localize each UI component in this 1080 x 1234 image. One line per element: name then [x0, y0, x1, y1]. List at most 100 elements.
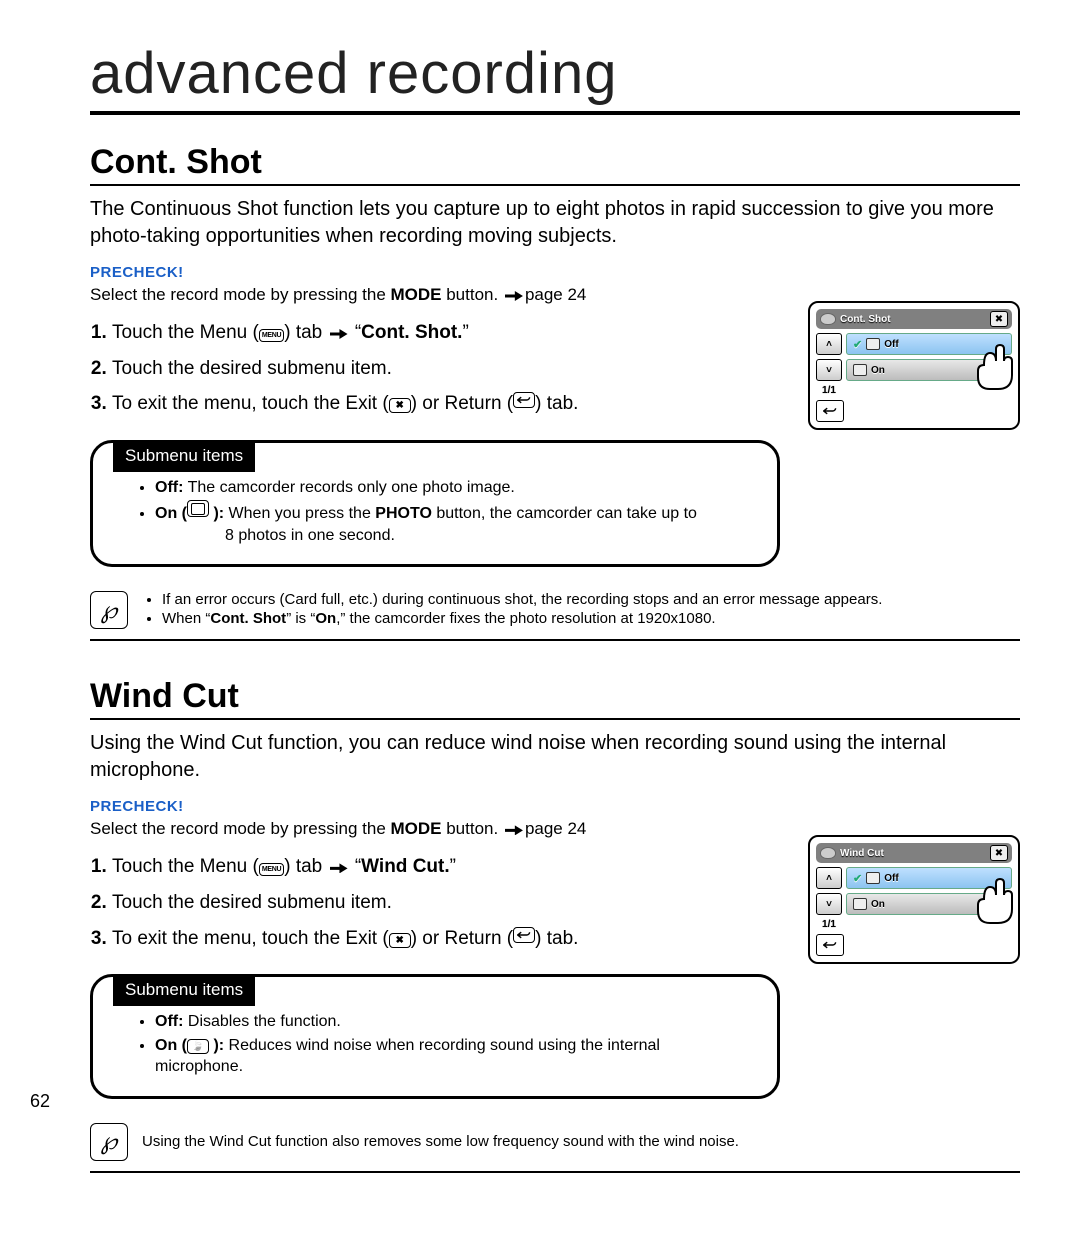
precheck-label: PRECHECK!: [90, 798, 1020, 815]
lcd-return-button[interactable]: [816, 400, 844, 422]
steps-list: Touch the Menu (MENU) tab “Wind Cut.” To…: [90, 853, 780, 952]
lcd-down-button[interactable]: ˅: [816, 359, 842, 381]
lcd-titlebar: Wind Cut ✖: [816, 843, 1012, 863]
cont-shot-icon: [187, 500, 209, 517]
text: When you press the: [224, 505, 375, 522]
lcd-down-button[interactable]: ˅: [816, 893, 842, 915]
section-title: Cont. Shot: [90, 143, 1020, 186]
submenu-on: On ( ): Reduces wind noise when recordin…: [155, 1035, 751, 1078]
opt-desc: Disables the function.: [183, 1013, 340, 1030]
bold: On: [315, 610, 336, 627]
exit-icon: [389, 933, 411, 948]
text: button.: [442, 819, 503, 838]
lcd-up-button[interactable]: ˄: [816, 867, 842, 889]
text: When “: [162, 610, 210, 627]
text: Touch the Menu (: [112, 322, 259, 343]
section-cont-shot: Cont. Shot The Continuous Shot function …: [90, 143, 1020, 641]
opt-label: Off: [884, 873, 898, 884]
chapter-title: advanced recording: [90, 40, 1020, 115]
page-number: 62: [30, 1091, 50, 1112]
submenu-off: Off: Disables the function.: [155, 1011, 751, 1033]
text: button, the camcorder can take up to: [432, 505, 697, 522]
note-block: ℘ Using the Wind Cut function also remov…: [90, 1117, 1020, 1173]
menu-icon: MENU: [259, 329, 284, 342]
cloud-icon: [820, 847, 836, 859]
text: button.: [442, 285, 503, 304]
text: Reduces wind noise when recording sound …: [155, 1037, 660, 1076]
mini-icon: [853, 364, 867, 376]
lcd-title: Cont. Shot: [840, 314, 891, 325]
lcd-title: Wind Cut: [840, 848, 884, 859]
bold: Cont. Shot: [210, 610, 286, 627]
touch-hand-icon: [964, 335, 1024, 395]
step-3: To exit the menu, touch the Exit ( ) or R…: [112, 390, 780, 418]
submenu-label: Submenu items: [113, 974, 255, 1006]
opt-name: Off:: [155, 479, 183, 496]
precheck-label: PRECHECK!: [90, 264, 1020, 281]
note-2: When “Cont. Shot” is “On,” the camcorder…: [162, 610, 882, 627]
right-arrow-icon: [328, 322, 350, 343]
note-1: Using the Wind Cut function also removes…: [142, 1133, 739, 1150]
check-icon: ✔: [853, 338, 862, 351]
submenu-label: Submenu items: [113, 440, 255, 472]
steps-list: Touch the Menu (MENU) tab “Cont. Shot.” …: [90, 319, 780, 418]
submenu-on: On ( ): When you press the PHOTO button,…: [155, 500, 751, 546]
cloud-icon: [820, 313, 836, 325]
text: Select the record mode by pressing the: [90, 819, 391, 838]
opt-colon: ):: [209, 1037, 224, 1054]
section-wind-cut: Wind Cut Using the Wind Cut function, yo…: [90, 677, 1020, 1172]
lcd-close-button[interactable]: ✖: [990, 845, 1008, 861]
mode-word: MODE: [391, 819, 442, 838]
opt-label: On: [871, 365, 885, 376]
right-arrow-icon: [503, 285, 525, 304]
mode-word: MODE: [391, 285, 442, 304]
right-arrow-icon: [503, 819, 525, 838]
lcd-screenshot-contshot: Cont. Shot ✖ ˄ ˅ 1/1 ✔ Off On: [808, 301, 1020, 430]
step-2: Touch the desired submenu item.: [112, 889, 780, 917]
opt-label: On: [871, 899, 885, 910]
text: 8 photos in one second.: [155, 525, 395, 547]
lcd-return-button[interactable]: [816, 934, 844, 956]
lcd-up-button[interactable]: ˄: [816, 333, 842, 355]
text: ) or Return (: [411, 928, 513, 949]
note-icon: ℘: [90, 1123, 128, 1161]
note-block: ℘ If an error occurs (Card full, etc.) d…: [90, 585, 1020, 641]
step-2: Touch the desired submenu item.: [112, 355, 780, 383]
page-ref: page 24: [525, 285, 586, 304]
lcd-titlebar: Cont. Shot ✖: [816, 309, 1012, 329]
opt-name: Off:: [155, 1013, 183, 1030]
wind-cut-icon: [187, 1039, 209, 1054]
text: ) or Return (: [411, 393, 513, 414]
opt-name: On (: [155, 505, 187, 522]
text: To exit the menu, touch the Exit (: [112, 928, 389, 949]
section-title: Wind Cut: [90, 677, 1020, 720]
step-target: Wind Cut.: [361, 856, 449, 877]
step-1: Touch the Menu (MENU) tab “Cont. Shot.”: [112, 319, 780, 347]
exit-icon: [389, 398, 411, 413]
section-description: Using the Wind Cut function, you can red…: [90, 730, 1020, 784]
photo-word: PHOTO: [375, 505, 432, 522]
submenu-off: Off: The camcorder records only one phot…: [155, 477, 751, 499]
lcd-close-button[interactable]: ✖: [990, 311, 1008, 327]
text: Touch the Menu (: [112, 856, 259, 877]
mini-icon: [866, 872, 880, 884]
text: To exit the menu, touch the Exit (: [112, 393, 389, 414]
lcd-page-indicator: 1/1: [816, 385, 842, 396]
opt-name: On (: [155, 1037, 187, 1054]
opt-label: Off: [884, 339, 898, 350]
step-target: Cont. Shot.: [361, 322, 462, 343]
opt-colon: ):: [209, 505, 224, 522]
return-icon: [513, 927, 535, 943]
text: ) tab: [284, 322, 327, 343]
text: ) tab: [284, 856, 327, 877]
step-1: Touch the Menu (MENU) tab “Wind Cut.”: [112, 853, 780, 881]
note-1: If an error occurs (Card full, etc.) dur…: [162, 591, 882, 608]
section-description: The Continuous Shot function lets you ca…: [90, 196, 1020, 250]
text: ” is “: [286, 610, 315, 627]
page-ref: page 24: [525, 819, 586, 838]
mini-icon: [866, 338, 880, 350]
right-arrow-icon: [328, 856, 350, 877]
touch-hand-icon: [964, 869, 1024, 929]
mini-icon: [853, 898, 867, 910]
check-icon: ✔: [853, 872, 862, 885]
